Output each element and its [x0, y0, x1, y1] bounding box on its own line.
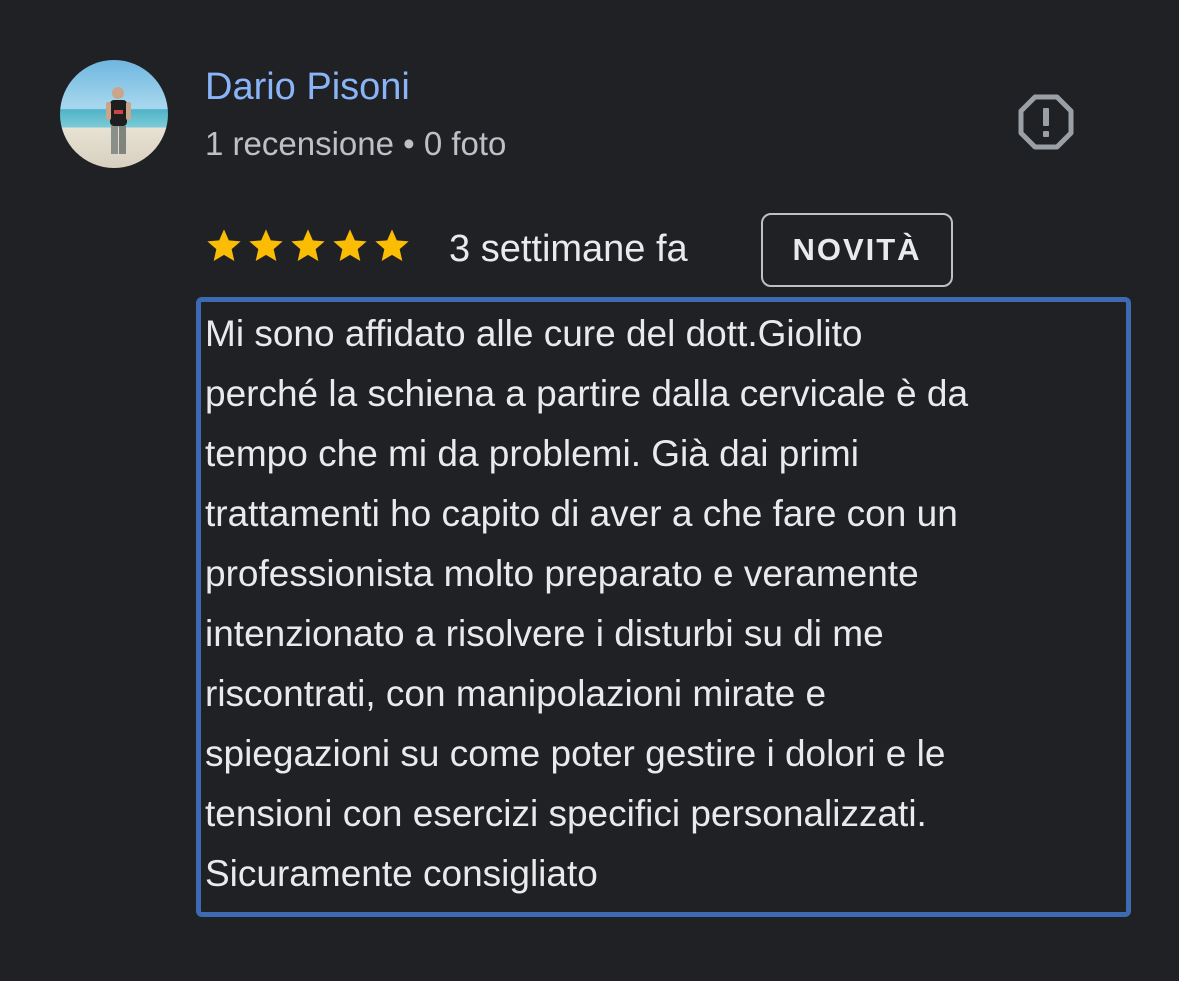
review-text-line: Sicuramente consigliato: [205, 853, 598, 894]
review-text-line: perché la schiena a partire dalla cervic…: [205, 373, 969, 414]
review-text-line: tempo che mi da problemi. Già dai primi: [205, 433, 859, 474]
star-icon: [375, 229, 409, 261]
star-icon: [207, 229, 241, 261]
review-text-line: spiegazioni su come poter gestire i dolo…: [205, 733, 946, 774]
review-text-line: riscontrati, con manipolazioni mirate e: [205, 673, 827, 714]
avatar-photo-icon: [60, 60, 168, 168]
report-icon[interactable]: [1018, 94, 1074, 150]
review-text-line: trattamenti ho capito di aver a che fare…: [205, 493, 958, 534]
star-icon: [333, 229, 367, 261]
review-date: 3 settimane fa: [449, 228, 688, 270]
star-icon: [249, 229, 283, 261]
star-icon: [291, 229, 325, 261]
review-text-line: Mi sono affidato alle cure del dott.Giol…: [205, 313, 863, 354]
review-text-line: intenzionato a risolvere i disturbi su d…: [205, 613, 884, 654]
review-text-line: tensioni con esercizi specifici personal…: [205, 793, 927, 834]
new-badge: NOVITÀ: [761, 213, 953, 287]
author-name[interactable]: Dario Pisoni: [205, 64, 410, 110]
author-meta: 1 recensione • 0 foto: [205, 125, 507, 162]
review-text[interactable]: Mi sono affidato alle cure del dott.Giol…: [205, 304, 1115, 904]
star-rating: [204, 226, 412, 266]
avatar[interactable]: [60, 60, 168, 168]
review-card: Dario Pisoni 1 recensione • 0 foto 3 set…: [0, 0, 1179, 981]
review-text-line: professionista molto preparato e veramen…: [205, 553, 919, 594]
